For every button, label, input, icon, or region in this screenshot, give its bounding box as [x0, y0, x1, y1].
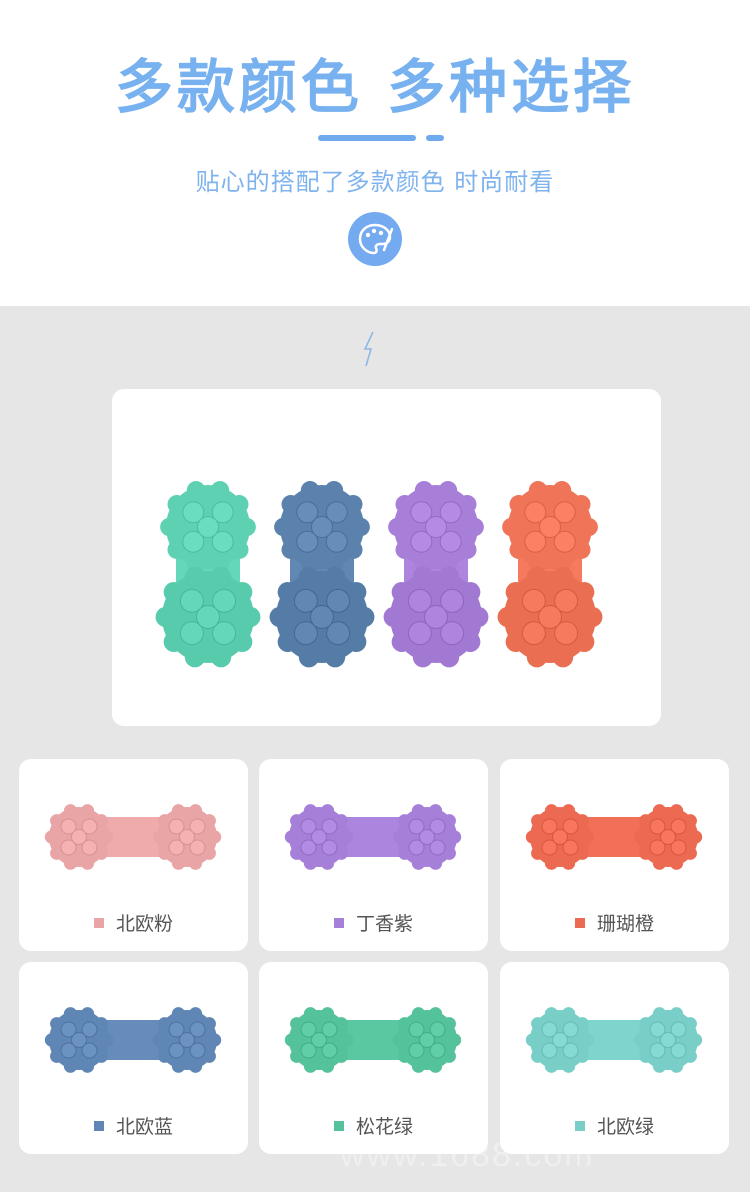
color-option-card[interactable]: 珊瑚橙 [500, 759, 729, 951]
dumbbell-3 [383, 481, 489, 668]
header-section: 多款颜色 多种选择 贴心的搭配了多款颜色 时尚耐看 [0, 0, 750, 306]
product-image [525, 804, 703, 870]
dumbbell-group [155, 481, 603, 668]
dumbbell-4 [497, 481, 603, 668]
color-option-card[interactable]: 北欧粉 [19, 759, 248, 951]
product-image [525, 1007, 703, 1073]
color-name: 珊瑚橙 [596, 913, 654, 935]
title-underline [318, 135, 416, 141]
color-option-label: 北欧蓝 [19, 1112, 248, 1139]
color-name: 丁香紫 [355, 913, 413, 935]
color-swatch [93, 1120, 104, 1131]
dumbbell [525, 1007, 703, 1073]
hero-product-image [112, 389, 661, 726]
page-subtitle: 贴心的搭配了多款颜色 时尚耐看 [195, 168, 555, 196]
dumbbell [284, 804, 462, 870]
dumbbell-1 [155, 481, 261, 668]
color-name: 北欧绿 [596, 1116, 654, 1138]
color-name: 北欧蓝 [115, 1116, 173, 1138]
color-option-label: 丁香紫 [259, 909, 488, 936]
product-image [44, 1007, 222, 1073]
color-option-label: 珊瑚橙 [500, 909, 729, 936]
color-option-label: 北欧粉 [19, 909, 248, 936]
color-swatch [574, 917, 585, 928]
palette-icon [348, 212, 402, 266]
dumbbell [525, 804, 703, 870]
color-option-card[interactable]: 北欧绿 [500, 962, 729, 1154]
color-swatch [333, 1120, 344, 1131]
dumbbell-2 [269, 481, 375, 668]
color-option-label: 松花绿 [259, 1112, 488, 1139]
page-title: 多款颜色 多种选择 [114, 53, 636, 121]
lightning-icon [363, 331, 374, 367]
color-name: 松花绿 [355, 1116, 413, 1138]
color-swatch [93, 917, 104, 928]
dumbbell [44, 1007, 222, 1073]
color-swatch [333, 917, 344, 928]
dumbbell [284, 1007, 462, 1073]
color-option-card[interactable]: 丁香紫 [259, 759, 488, 951]
product-image [284, 804, 462, 870]
color-swatch [574, 1120, 585, 1131]
color-option-card[interactable]: 松花绿 [259, 962, 488, 1154]
dumbbell [44, 804, 222, 870]
product-image [284, 1007, 462, 1073]
color-option-label: 北欧绿 [500, 1112, 729, 1139]
color-option-card[interactable]: 北欧蓝 [19, 962, 248, 1154]
title-underline-dot [426, 135, 444, 141]
color-name: 北欧粉 [115, 913, 173, 935]
product-image [44, 804, 222, 870]
watermark: www.1688.com [340, 1136, 595, 1174]
